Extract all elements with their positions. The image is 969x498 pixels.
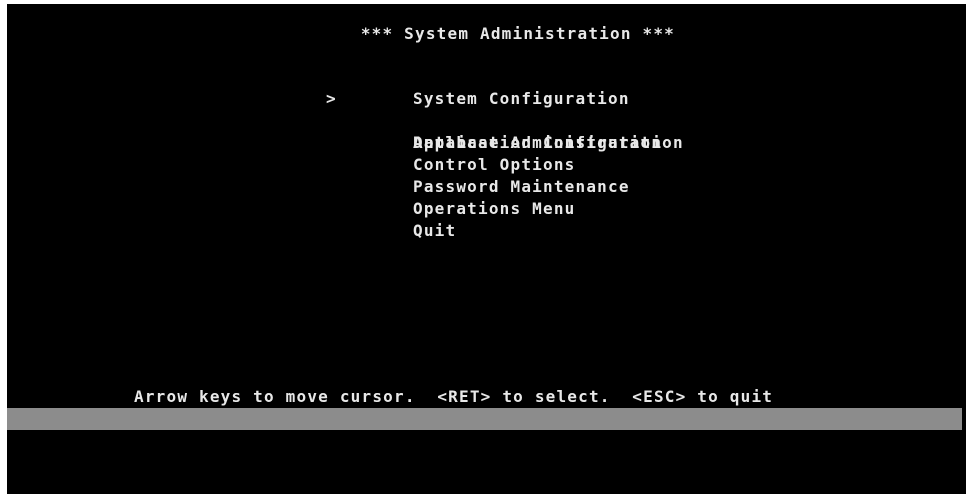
status-bar xyxy=(7,408,962,430)
menu-item-control-options[interactable]: Control Options xyxy=(348,132,684,174)
menu-item-application-configuration[interactable]: > Application Configuration xyxy=(326,88,684,152)
terminal-screen: *** System Administration *** System Con… xyxy=(7,4,966,494)
menu-item-database-administration[interactable]: Database Administration xyxy=(348,110,684,152)
menu-item-operations-menu[interactable]: Operations Menu xyxy=(348,176,684,218)
menu-item-label: Quit xyxy=(413,221,457,240)
selection-cursor-icon: > xyxy=(326,89,337,108)
keyboard-hint: Arrow keys to move cursor. <RET> to sele… xyxy=(134,387,774,406)
menu-item-password-maintenance[interactable]: Password Maintenance xyxy=(348,154,684,196)
menu-item-quit[interactable]: Quit xyxy=(348,198,684,240)
menu-item-system-configuration[interactable]: System Configuration xyxy=(348,66,684,108)
page-title: *** System Administration *** xyxy=(360,24,675,43)
admin-menu: System Configuration > Application Confi… xyxy=(326,66,684,240)
